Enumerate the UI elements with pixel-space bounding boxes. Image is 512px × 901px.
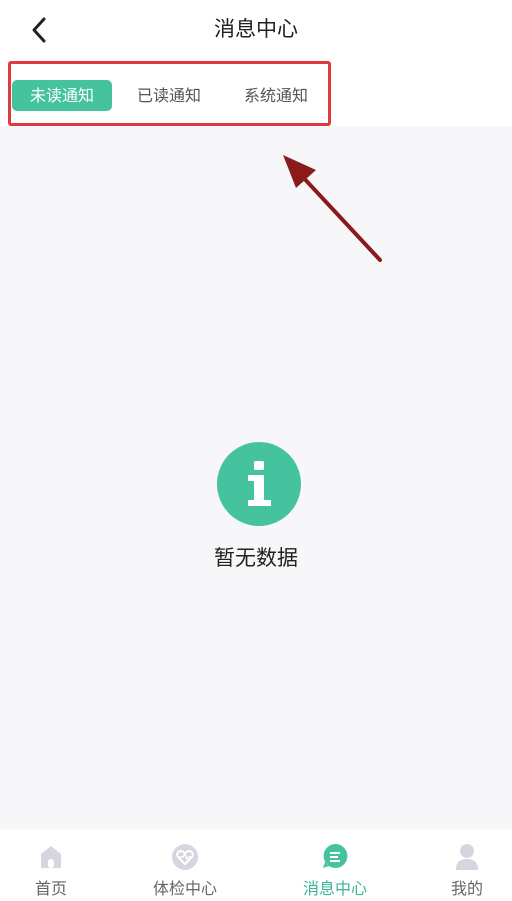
home-icon (41, 846, 61, 868)
annotation-arrow (283, 155, 382, 262)
user-icon (456, 844, 478, 870)
tabbar-item-mine[interactable]: 我的 (434, 829, 500, 901)
tabbar-label: 消息中心 (302, 879, 367, 898)
message-icon (323, 843, 348, 868)
tabbar-item-exam-center[interactable]: 体检中心 (140, 829, 230, 901)
tabbar-label: 我的 (450, 879, 483, 898)
tab-unread[interactable]: 未读通知 (12, 80, 112, 111)
info-icon (217, 442, 301, 526)
tabbar-label: 体检中心 (152, 879, 217, 898)
bottom-tab-bar: 首页 体检中心 消息中心 我的 (0, 829, 512, 901)
heart-icon (172, 844, 198, 870)
empty-state-text: 暂无数据 (214, 546, 298, 570)
tabbar-label: 首页 (34, 879, 67, 898)
tab-system[interactable]: 系统通知 (226, 80, 326, 111)
tabbar-item-home[interactable]: 首页 (0, 829, 102, 901)
tab-read[interactable]: 已读通知 (120, 80, 218, 111)
page-title: 消息中心 (214, 17, 298, 41)
tabbar-item-message-center[interactable]: 消息中心 (292, 829, 378, 901)
